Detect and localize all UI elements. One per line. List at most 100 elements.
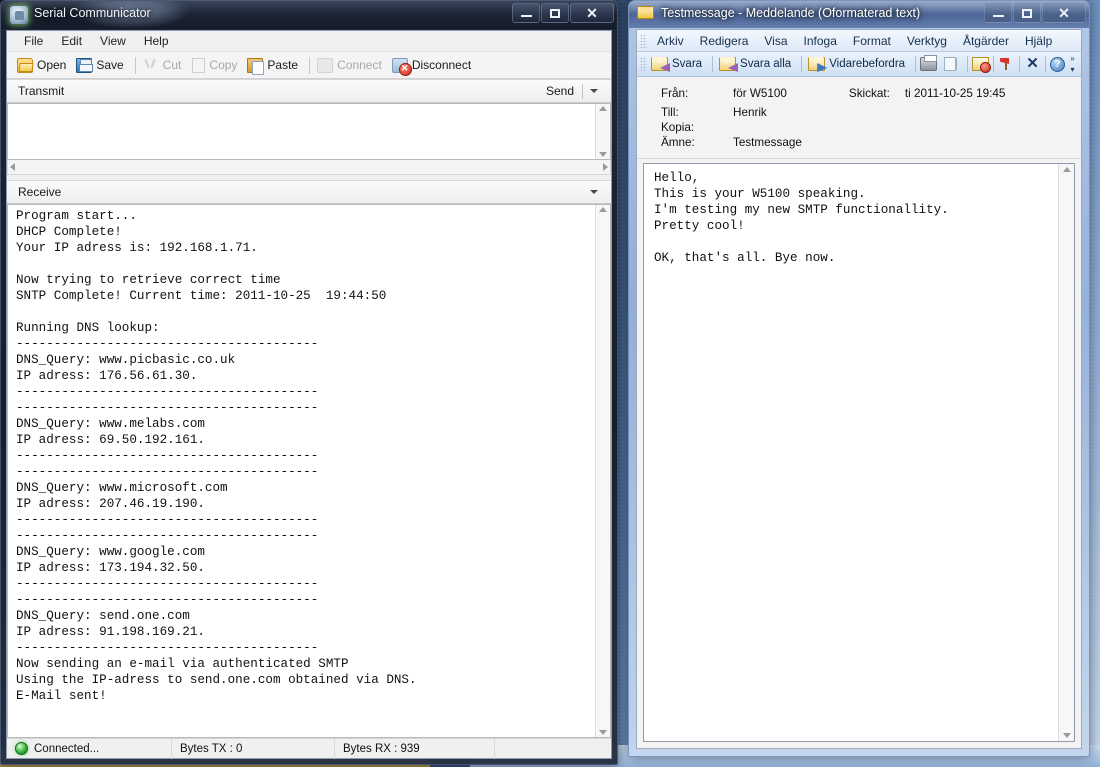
scroll-down-icon[interactable] bbox=[599, 152, 607, 157]
toolbar-sep-5 bbox=[993, 56, 994, 72]
mail-body-area[interactable]: Hello, This is your W5100 speaking. I'm … bbox=[643, 163, 1075, 742]
from-value[interactable]: för W5100 bbox=[733, 87, 787, 100]
mail-message-window[interactable]: Testmessage - Meddelande (Oformaterad te… bbox=[628, 0, 1090, 757]
toolbar-sep-1 bbox=[712, 56, 713, 72]
copy-icon[interactable] bbox=[947, 58, 957, 70]
menubar-grip-icon[interactable] bbox=[640, 34, 647, 48]
receive-vertical-scrollbar[interactable] bbox=[595, 205, 610, 737]
receive-textbox[interactable]: Program start... DHCP Complete! Your IP … bbox=[7, 204, 611, 738]
toolbar-sep-3 bbox=[915, 56, 916, 72]
receive-scroll-down-icon[interactable] bbox=[599, 730, 607, 735]
to-value[interactable]: Henrik bbox=[733, 106, 767, 119]
serial-communicator-window[interactable]: Serial Communicator ✕ File Edit View Hel… bbox=[0, 0, 618, 765]
menu-view[interactable]: View bbox=[91, 32, 135, 50]
overflow-expand-icon: » bbox=[1070, 55, 1074, 63]
serial-statusbar: Connected... Bytes TX : 0 Bytes RX : 939 bbox=[7, 738, 611, 758]
transmit-header: Transmit Send bbox=[7, 79, 611, 103]
send-button[interactable]: Send bbox=[546, 84, 582, 98]
from-label: Från: bbox=[661, 87, 733, 100]
mail-minimize-button[interactable] bbox=[984, 3, 1012, 23]
receive-chevron-down-icon[interactable] bbox=[590, 190, 598, 194]
mail-maximize-button[interactable] bbox=[1013, 3, 1041, 23]
floppy-disk-icon bbox=[76, 58, 92, 73]
save-button-label: Save bbox=[96, 58, 123, 72]
close-button[interactable]: ✕ bbox=[570, 3, 614, 23]
block-sender-icon[interactable] bbox=[972, 57, 989, 71]
help-icon[interactable]: ? bbox=[1050, 57, 1065, 72]
mail-vertical-scrollbar[interactable] bbox=[1058, 164, 1074, 741]
receive-header: Receive bbox=[7, 180, 611, 204]
connect-button[interactable]: Connect bbox=[314, 56, 389, 75]
flag-icon[interactable] bbox=[998, 57, 1015, 71]
mail-menu-format[interactable]: Format bbox=[845, 32, 899, 50]
delete-icon[interactable]: ✕ bbox=[1024, 57, 1041, 71]
mail-menu-infoga[interactable]: Infoga bbox=[796, 32, 845, 50]
cut-button-label: Cut bbox=[163, 58, 182, 72]
receive-scroll-up-icon[interactable] bbox=[599, 207, 607, 212]
menu-help[interactable]: Help bbox=[135, 32, 178, 50]
serial-titlebar[interactable]: Serial Communicator ✕ bbox=[1, 1, 617, 29]
reply-button[interactable]: Svara bbox=[649, 56, 708, 72]
scroll-up-icon[interactable] bbox=[599, 106, 607, 111]
mail-scroll-up-icon[interactable] bbox=[1063, 167, 1071, 172]
transmit-input[interactable] bbox=[8, 104, 595, 159]
mail-sent-group: Skickat: ti 2011-10-25 19:45 bbox=[849, 87, 1006, 100]
connection-status-label: Connected... bbox=[34, 743, 99, 755]
reply-all-icon bbox=[719, 57, 736, 71]
menu-file[interactable]: File bbox=[15, 32, 52, 50]
mail-row-subject: Ämne: Testmessage bbox=[637, 136, 1081, 151]
mail-client-area: Arkiv Redigera Visa Infoga Format Verkty… bbox=[636, 29, 1082, 749]
minimize-button[interactable] bbox=[512, 3, 540, 23]
mail-menu-verktyg[interactable]: Verktyg bbox=[899, 32, 955, 50]
mail-menu-redigera[interactable]: Redigera bbox=[692, 32, 757, 50]
mail-menu-visa[interactable]: Visa bbox=[756, 32, 795, 50]
serial-window-title: Serial Communicator bbox=[34, 6, 151, 20]
transmit-textbox[interactable] bbox=[7, 103, 611, 160]
mail-menu-arkiv[interactable]: Arkiv bbox=[649, 32, 692, 50]
mail-menubar: Arkiv Redigera Visa Infoga Format Verkty… bbox=[637, 30, 1081, 52]
scroll-right-icon[interactable] bbox=[603, 163, 608, 171]
scroll-left-icon[interactable] bbox=[10, 163, 15, 171]
cc-label: Kopia: bbox=[661, 121, 733, 134]
clipboard-icon bbox=[247, 58, 263, 73]
toolbar-sep-2 bbox=[801, 56, 802, 72]
mail-menu-hjalp[interactable]: Hjälp bbox=[1017, 32, 1060, 50]
mail-scroll-down-icon[interactable] bbox=[1063, 733, 1071, 738]
paste-button-label: Paste bbox=[267, 58, 298, 72]
reply-all-button-label: Svara alla bbox=[740, 58, 791, 70]
folder-open-icon bbox=[17, 58, 33, 73]
status-bytes-rx: Bytes RX : 939 bbox=[335, 739, 495, 759]
plug-disconnect-icon: ✕ bbox=[392, 58, 408, 73]
forward-button[interactable]: Vidarebefordra bbox=[806, 56, 911, 72]
chevron-down-icon[interactable] bbox=[590, 89, 598, 93]
transmit-horizontal-scrollbar[interactable] bbox=[7, 160, 611, 175]
reply-button-label: Svara bbox=[672, 58, 702, 70]
mail-row-cc: Kopia: bbox=[637, 121, 1081, 136]
connection-status-icon bbox=[15, 742, 28, 755]
open-button[interactable]: Open bbox=[14, 56, 73, 75]
mail-window-controls: ✕ bbox=[983, 3, 1086, 23]
print-icon[interactable] bbox=[920, 57, 937, 71]
transmit-label: Transmit bbox=[18, 84, 64, 98]
menu-edit[interactable]: Edit bbox=[52, 32, 91, 50]
receive-label: Receive bbox=[18, 185, 61, 199]
toolbar-overflow-button[interactable]: » ▾ bbox=[1066, 54, 1079, 75]
cut-button[interactable]: Cut bbox=[140, 56, 189, 75]
reply-all-button[interactable]: Svara alla bbox=[717, 56, 797, 72]
serial-app-icon bbox=[10, 6, 28, 24]
mail-row-from: Från: för W5100 Skickat: ti 2011-10-25 1… bbox=[637, 87, 1081, 106]
mail-header-fields: Från: för W5100 Skickat: ti 2011-10-25 1… bbox=[637, 77, 1081, 159]
mail-titlebar[interactable]: Testmessage - Meddelande (Oformaterad te… bbox=[629, 1, 1089, 28]
transmit-vertical-scrollbar[interactable] bbox=[595, 104, 610, 159]
copy-button[interactable]: Copy bbox=[188, 56, 244, 74]
copy-button-label: Copy bbox=[209, 58, 237, 72]
disconnect-button[interactable]: ✕ Disconnect bbox=[389, 56, 478, 75]
mail-menu-atgarder[interactable]: Åtgärder bbox=[955, 32, 1017, 50]
maximize-button[interactable] bbox=[541, 3, 569, 23]
toolbar-grip-icon[interactable] bbox=[640, 57, 647, 71]
paste-button[interactable]: Paste bbox=[244, 56, 305, 75]
forward-button-label: Vidarebefordra bbox=[829, 58, 905, 70]
mail-close-button[interactable]: ✕ bbox=[1042, 3, 1086, 23]
toolbar-sep-7 bbox=[1045, 56, 1046, 72]
save-button[interactable]: Save bbox=[73, 56, 130, 75]
